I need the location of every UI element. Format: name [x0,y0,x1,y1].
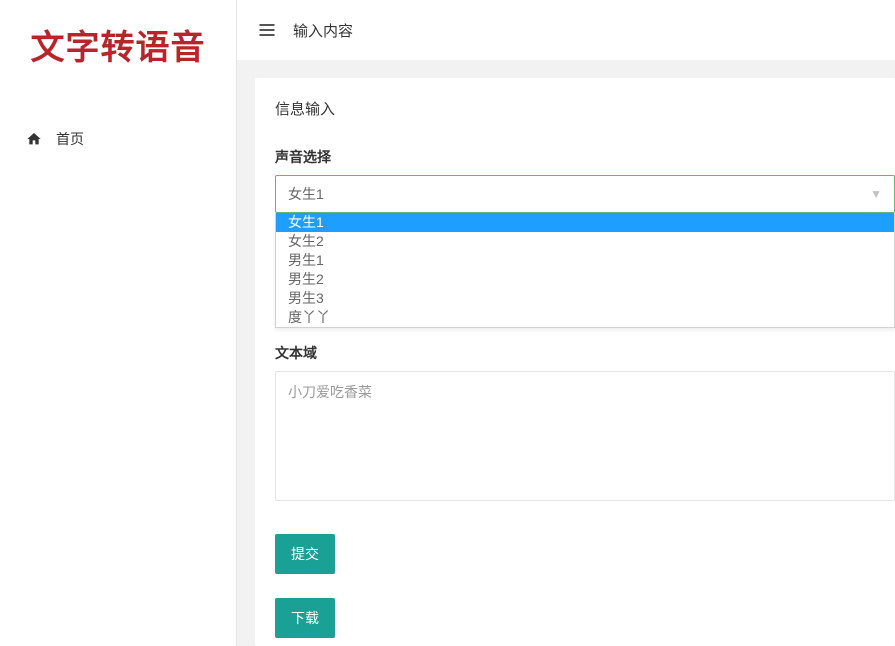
submit-button[interactable]: 提交 [275,534,335,574]
chevron-down-icon: ▼ [870,175,882,213]
sidebar-item-label: 首页 [56,129,84,149]
voice-select-display[interactable]: 女生1 ▼ [275,175,895,213]
voice-option[interactable]: 男生3 [276,289,894,308]
voice-option[interactable]: 男生1 [276,251,894,270]
download-button[interactable]: 下载 [275,598,335,638]
home-icon [26,131,42,147]
form-card: 信息输入 声音选择 女生1 ▼ 女生1 女生2 男生1 男生2 男生3 度丫丫 [255,78,895,646]
voice-select-group: 声音选择 女生1 ▼ 女生1 女生2 男生1 男生2 男生3 度丫丫 [275,147,895,213]
submit-row: 提交 [275,524,895,574]
voice-option[interactable]: 度丫丫 [276,308,894,327]
voice-select[interactable]: 女生1 ▼ 女生1 女生2 男生1 男生2 男生3 度丫丫 [275,175,895,213]
voice-select-value: 女生1 [288,175,324,213]
page-title: 输入内容 [293,20,353,41]
voice-option[interactable]: 男生2 [276,270,894,289]
textarea-group: 文本域 [275,343,895,506]
textarea-label: 文本域 [275,343,895,363]
sidebar: 文字转语音 首页 [0,0,237,646]
voice-select-dropdown: 女生1 女生2 男生1 男生2 男生3 度丫丫 [275,213,895,328]
sidebar-item-home[interactable]: 首页 [0,119,236,159]
main-area: 输入内容 信息输入 声音选择 女生1 ▼ 女生1 女生2 男生1 男生2 男生3 [237,0,895,646]
menu-toggle-button[interactable] [257,20,277,40]
topbar: 输入内容 [237,0,895,60]
nav: 首页 [0,89,236,189]
logo-area: 文字转语音 [0,0,236,89]
app-logo: 文字转语音 [31,29,206,67]
download-row: 下载 [275,588,895,638]
voice-option[interactable]: 女生2 [276,232,894,251]
card-title: 信息输入 [275,98,895,119]
content-area: 信息输入 声音选择 女生1 ▼ 女生1 女生2 男生1 男生2 男生3 度丫丫 [237,60,895,646]
text-input[interactable] [275,371,895,501]
voice-select-label: 声音选择 [275,147,895,167]
voice-option[interactable]: 女生1 [276,213,894,232]
